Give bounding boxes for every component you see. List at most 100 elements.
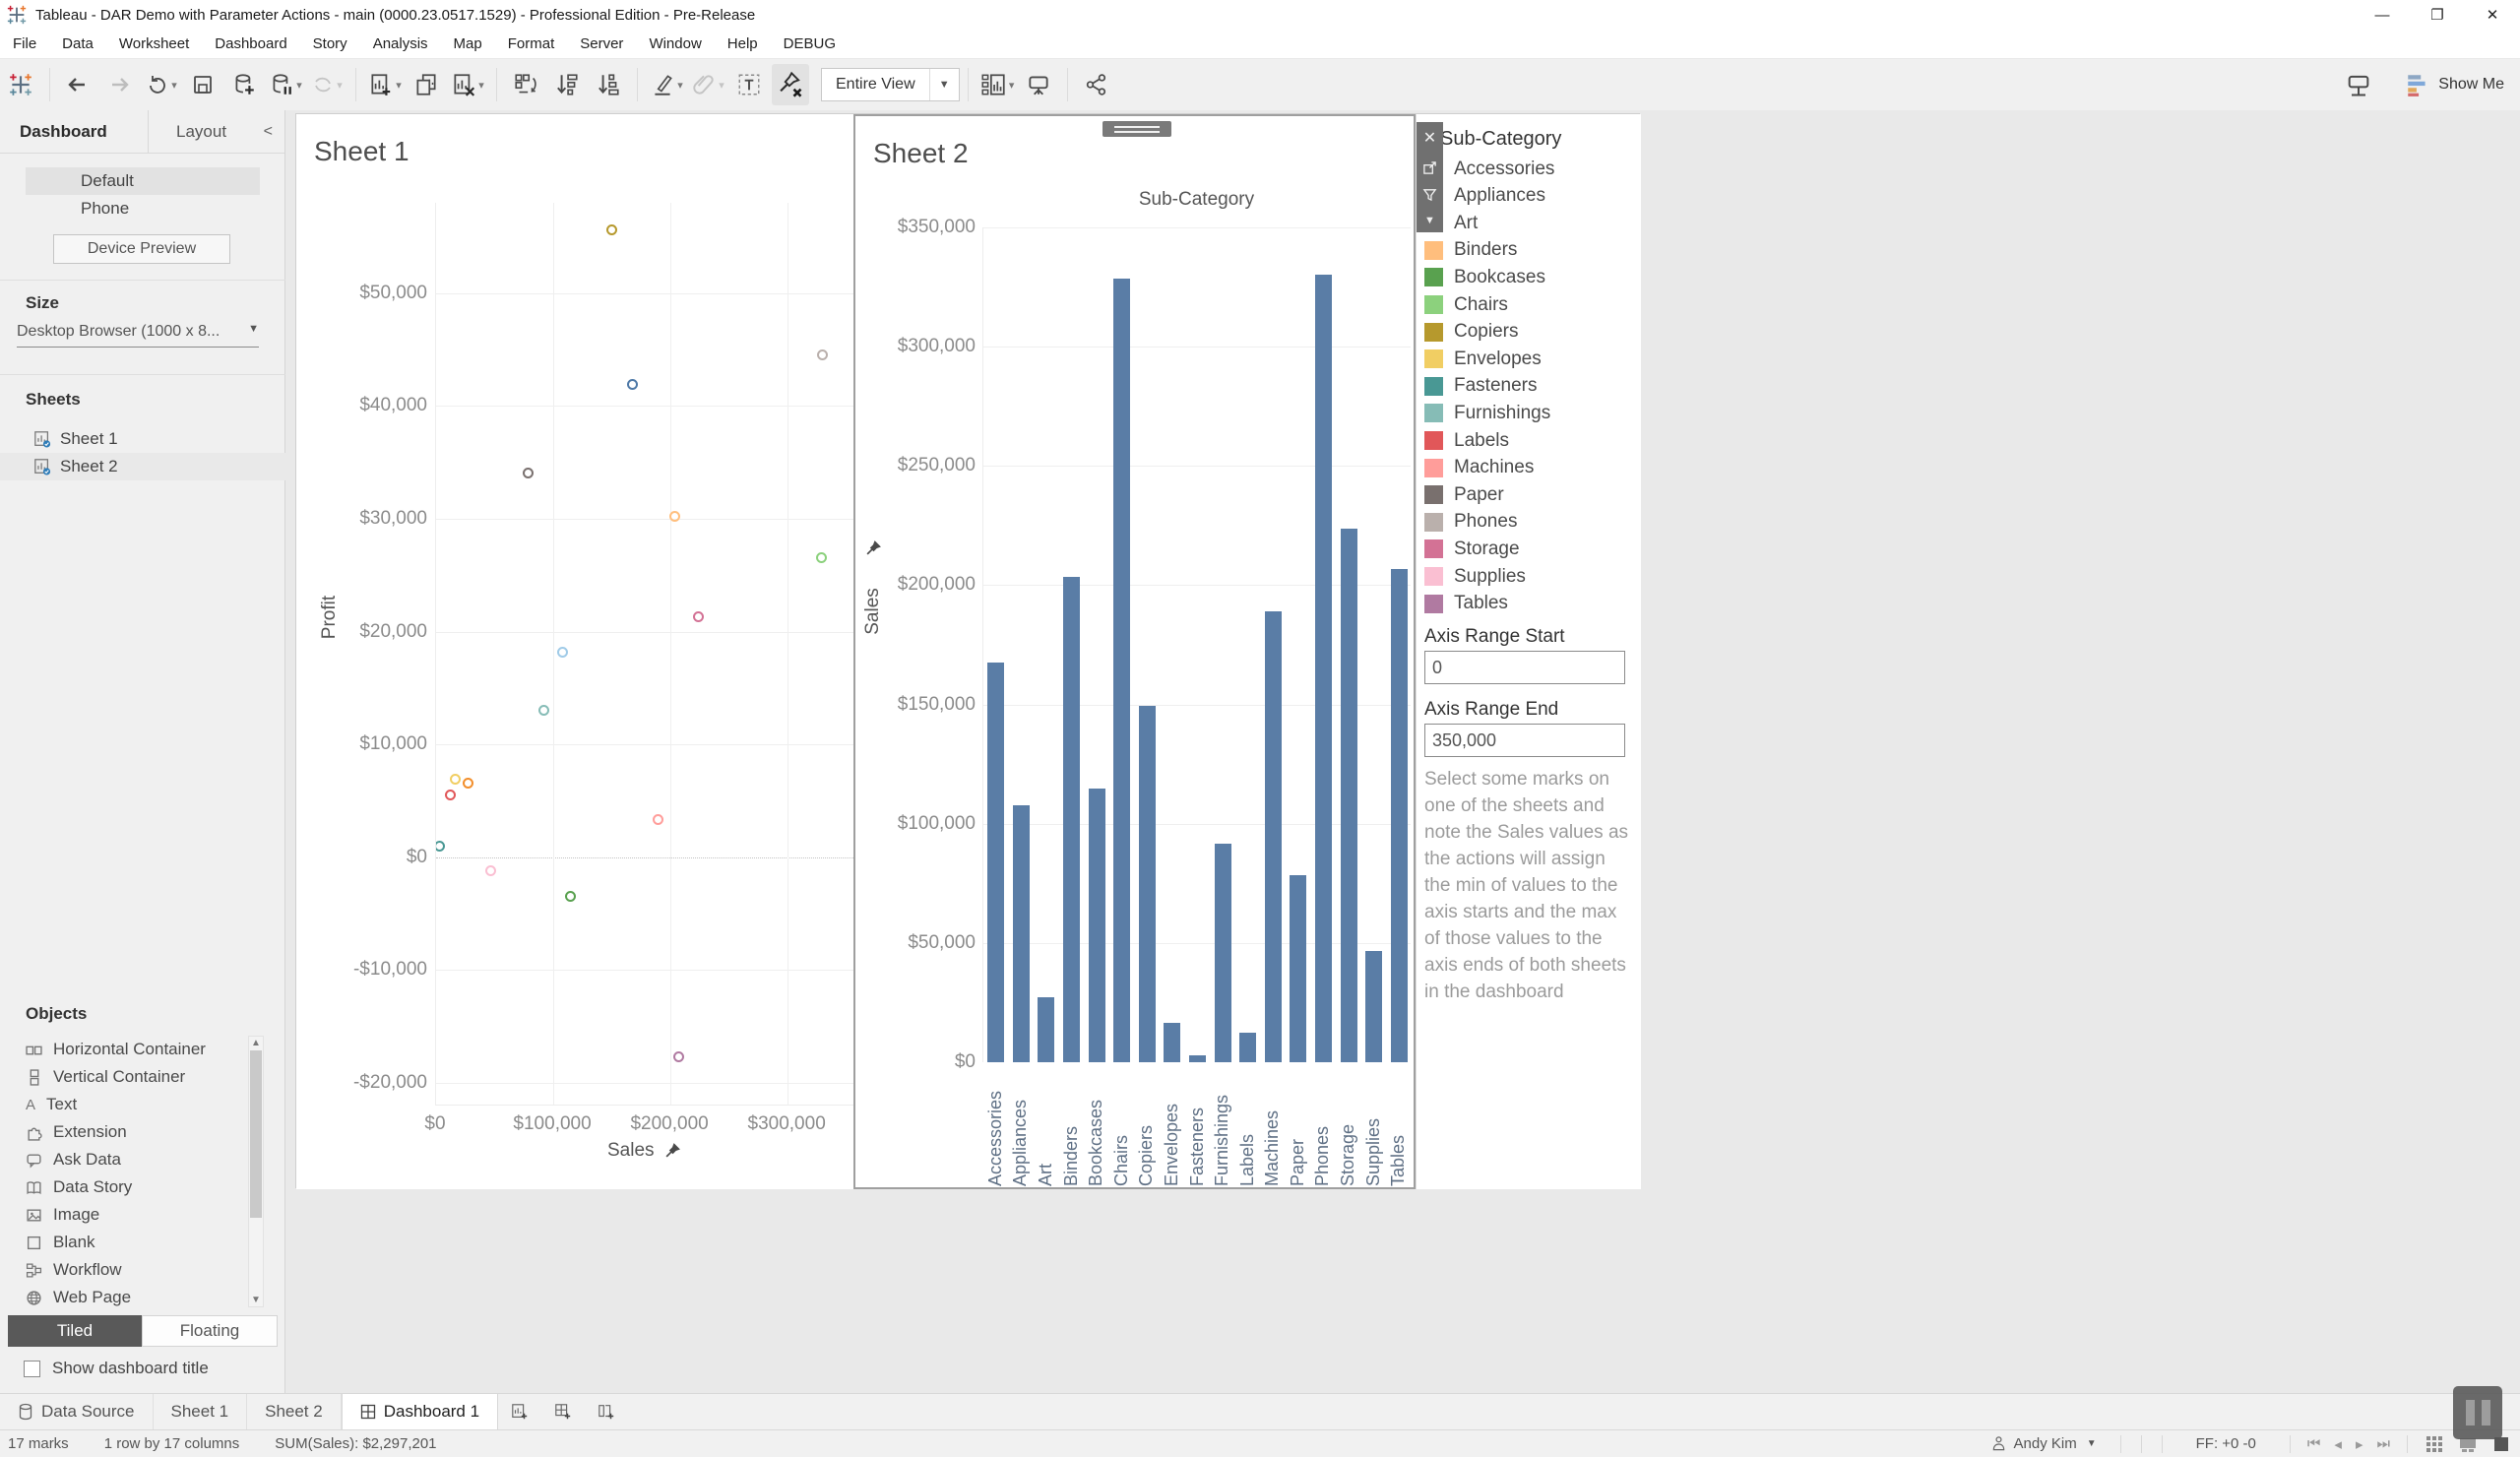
scatter-mark-copiers[interactable] [606,224,617,235]
scatter-mark-machines[interactable] [653,814,663,825]
bar-bookcases[interactable] [1089,789,1105,1062]
grid-view-icon[interactable] [2426,1435,2443,1453]
sheet1-container[interactable]: Sheet 1 Profit Sales $50,000$40,000$30,0… [296,114,853,1189]
bar-fasteners[interactable] [1189,1055,1206,1062]
caret-down-icon[interactable]: ▼ [1424,215,1435,226]
container-grab-handle[interactable] [1102,121,1171,137]
menu-analysis[interactable]: Analysis [360,30,441,59]
bar-binders[interactable] [1063,577,1080,1062]
tab-sheet2[interactable]: Sheet 2 [247,1394,342,1429]
size-dropdown[interactable]: Desktop Browser (1000 x 8... ▼ [17,323,259,348]
scatter-mark-phones[interactable] [817,349,828,360]
legend-item-supplies[interactable]: Supplies [1417,563,1642,590]
first-page-icon[interactable]: ⏮ [2307,1435,2321,1452]
legend-item-binders[interactable]: Binders [1417,237,1642,264]
replay-button[interactable]: ▾ [143,64,180,105]
show-hide-cards-button[interactable]: ▾ [978,64,1016,105]
scatter-mark-art[interactable] [463,778,473,789]
legend-item-fasteners[interactable]: Fasteners [1417,373,1642,400]
menu-help[interactable]: Help [715,30,771,59]
scatter-mark-appliances[interactable] [557,647,568,658]
bar-accessories[interactable] [987,663,1004,1062]
highlight-button[interactable]: ▾ [648,64,685,105]
presentation-mode-button[interactable] [1020,64,1057,105]
next-page-icon[interactable]: ▸ [2356,1435,2363,1453]
new-story-tab-button[interactable] [585,1394,628,1429]
show-dashboard-title-checkbox[interactable] [24,1361,40,1377]
scatter-mark-bookcases[interactable] [565,891,576,902]
object-item-blank[interactable]: Blank [0,1229,285,1256]
object-item-web-page[interactable]: Web Page [0,1284,285,1311]
legend-item-tables[interactable]: Tables [1417,591,1642,617]
object-item-horizontal-container[interactable]: Horizontal Container [0,1036,285,1063]
object-item-vertical-container[interactable]: Vertical Container [0,1063,285,1091]
duplicate-button[interactable] [408,64,445,105]
sort-ascending-button[interactable] [548,64,586,105]
clear-sheet-button[interactable]: ▾ [449,64,486,105]
pause-auto-updates-button[interactable]: ▾ [267,64,304,105]
caret-down-icon[interactable]: ▼ [2087,1438,2097,1449]
legend-item-art[interactable]: Art [1417,210,1642,236]
bar-storage[interactable] [1341,529,1357,1062]
object-item-ask-data[interactable]: Ask Data [0,1146,285,1173]
show-mark-labels-button[interactable] [730,64,768,105]
tab-dashboard1[interactable]: Dashboard 1 [342,1394,498,1429]
collapse-pane-button[interactable]: < [264,123,284,141]
minimize-button[interactable]: — [2355,0,2410,30]
legend-item-accessories[interactable]: Accessories [1417,156,1642,182]
menu-worksheet[interactable]: Worksheet [106,30,202,59]
legend-item-labels[interactable]: Labels [1417,427,1642,454]
scatter-mark-accessories[interactable] [627,379,638,390]
bar-plot-area[interactable] [982,227,1411,1062]
swap-rows-columns-button[interactable] [507,64,544,105]
fit-selector[interactable]: Entire View ▼ [821,68,960,101]
legend-item-storage[interactable]: Storage [1417,536,1642,562]
object-item-data-story[interactable]: Data Story [0,1173,285,1201]
objects-scrollbar[interactable]: ▲ ▼ [248,1036,264,1307]
bar-supplies[interactable] [1365,951,1382,1062]
scatter-mark-furnishings[interactable] [538,705,549,716]
axis-range-start-input[interactable] [1424,651,1625,684]
legend-item-machines[interactable]: Machines [1417,455,1642,481]
tab-data-source[interactable]: Data Source [0,1394,154,1429]
legend-item-envelopes[interactable]: Envelopes [1417,346,1642,372]
new-data-source-button[interactable] [225,64,263,105]
scatter-mark-tables[interactable] [673,1051,684,1062]
bar-appliances[interactable] [1013,805,1030,1062]
scatter-mark-storage[interactable] [693,611,704,622]
menu-dashboard[interactable]: Dashboard [202,30,299,59]
tiled-button[interactable]: Tiled [8,1315,142,1347]
bar-copiers[interactable] [1139,706,1156,1062]
bar-chairs[interactable] [1113,279,1130,1062]
bar-machines[interactable] [1265,611,1282,1062]
sheet-list-item-sheet-1[interactable]: Sheet 1 [0,425,285,453]
tab-dashboard[interactable]: Dashboard [0,122,148,142]
new-worksheet-button[interactable]: ▾ [366,64,404,105]
object-item-extension[interactable]: Extension [0,1118,285,1146]
scatter-mark-supplies[interactable] [485,865,496,876]
scrollbar-thumb[interactable] [250,1050,262,1218]
open-in-window-icon[interactable] [1422,160,1437,175]
menu-debug[interactable]: DEBUG [771,30,849,59]
new-worksheet-tab-button[interactable] [498,1394,541,1429]
close-button[interactable]: ✕ [2465,0,2520,30]
scroll-down-icon[interactable]: ▼ [249,1295,263,1305]
device-preview-button[interactable]: Device Preview [53,234,230,264]
sort-descending-button[interactable] [590,64,627,105]
restore-button[interactable]: ❐ [2410,0,2465,30]
legend-item-bookcases[interactable]: Bookcases [1417,264,1642,290]
tableau-home-button[interactable] [2,64,39,105]
object-item-text[interactable]: AText [0,1091,285,1118]
device-item-default[interactable]: Default [26,167,260,195]
run-update-button[interactable]: ▾ [308,64,346,105]
menu-story[interactable]: Story [300,30,360,59]
fix-axes-button[interactable] [772,64,809,105]
scatter-plot-area[interactable] [435,203,853,1106]
device-item-phone[interactable]: Phone [26,195,260,222]
bar-phones[interactable] [1315,275,1332,1062]
bar-labels[interactable] [1239,1033,1256,1062]
legend-item-paper[interactable]: Paper [1417,481,1642,508]
scatter-mark-labels[interactable] [445,790,456,800]
bar-paper[interactable] [1290,875,1306,1062]
scatter-mark-binders[interactable] [669,511,680,522]
